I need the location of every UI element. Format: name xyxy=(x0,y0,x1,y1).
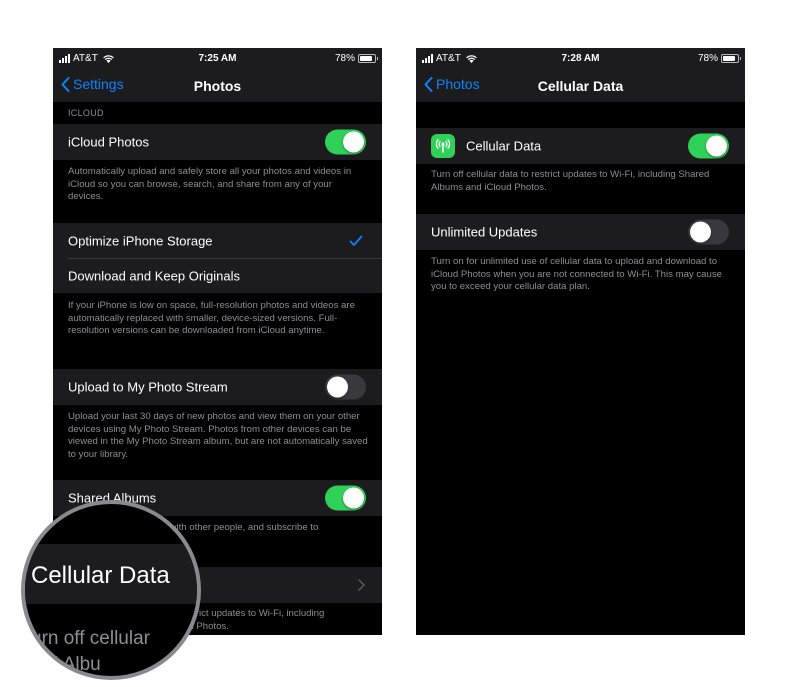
cellular-footer-line-2: ud Photos. xyxy=(183,620,229,632)
checkmark-icon xyxy=(349,235,363,246)
status-time: 7:28 AM xyxy=(561,53,600,64)
status-bar: AT&T 7:25 AM 78% xyxy=(53,48,382,70)
antenna-icon xyxy=(431,134,455,158)
icloud-photos-label: iCloud Photos xyxy=(68,134,149,150)
icloud-photos-footer: Automatically upload and safely store al… xyxy=(68,166,352,203)
status-time: 7:25 AM xyxy=(198,53,237,64)
battery-percent: 78% xyxy=(334,53,355,64)
unlimited-updates-row: Unlimited Updates xyxy=(416,214,745,250)
section-header-icloud: ICLOUD xyxy=(68,108,104,118)
photo-stream-toggle[interactable] xyxy=(325,374,366,400)
icloud-photos-row: iCloud Photos xyxy=(53,124,382,160)
cellular-data-footer: estrict updates to Wi-Fi, including ud P… xyxy=(183,608,368,633)
magnified-footer-line-1: urn off cellular xyxy=(31,628,150,649)
photo-stream-row: Upload to My Photo Stream xyxy=(53,369,382,405)
icloud-photos-toggle[interactable] xyxy=(325,129,366,155)
cellular-data-toggle[interactable] xyxy=(688,133,729,159)
page-title: Cellular Data xyxy=(537,78,624,94)
download-originals-row[interactable]: Download and Keep Originals xyxy=(53,258,382,293)
cellular-data-label: Cellular Data xyxy=(466,138,542,154)
shared-albums-toggle[interactable] xyxy=(325,485,366,511)
storage-options-group: Optimize iPhone Storage Download and Kee… xyxy=(53,223,382,293)
unlimited-updates-toggle[interactable] xyxy=(688,219,729,245)
photo-stream-label: Upload to My Photo Stream xyxy=(68,379,228,395)
optimize-storage-row[interactable]: Optimize iPhone Storage xyxy=(53,223,382,258)
shared-footer-line-1: are with other people, and subscribe to xyxy=(153,522,319,533)
cellular-data-footer: Turn off cellular data to restrict updat… xyxy=(431,169,710,193)
magnifier-callout: Cellular Data urn off cellular red Albu xyxy=(21,500,201,680)
optimize-storage-label: Optimize iPhone Storage xyxy=(68,233,213,248)
chevron-right-icon xyxy=(358,579,365,591)
cellular-data-row: Cellular Data xyxy=(416,128,745,164)
navigation-bar: Settings Photos xyxy=(53,70,382,102)
battery-icon xyxy=(358,54,378,63)
download-originals-label: Download and Keep Originals xyxy=(68,268,240,283)
status-bar: AT&T 7:28 AM 78% xyxy=(416,48,745,70)
battery-icon xyxy=(721,54,741,63)
magnified-cellular-data-label: Cellular Data xyxy=(31,562,170,589)
photo-stream-footer: Upload your last 30 days of new photos a… xyxy=(68,411,368,460)
storage-footer: If your iPhone is low on space, full-res… xyxy=(68,300,355,337)
magnified-footer-line-2: red Albu xyxy=(31,654,101,675)
magnified-footer: urn off cellular red Albu xyxy=(31,626,150,676)
unlimited-updates-label: Unlimited Updates xyxy=(431,224,538,240)
page-title: Photos xyxy=(193,78,242,94)
battery-percent: 78% xyxy=(697,53,718,64)
cellular-data-screen: AT&T 7:28 AM 78% Photos Cellular Data Ce… xyxy=(416,48,745,635)
cellular-footer-line-1: estrict updates to Wi-Fi, including xyxy=(183,608,325,619)
unlimited-updates-footer: Turn on for unlimited use of cellular da… xyxy=(431,256,722,293)
navigation-bar: Photos Cellular Data xyxy=(416,70,745,102)
